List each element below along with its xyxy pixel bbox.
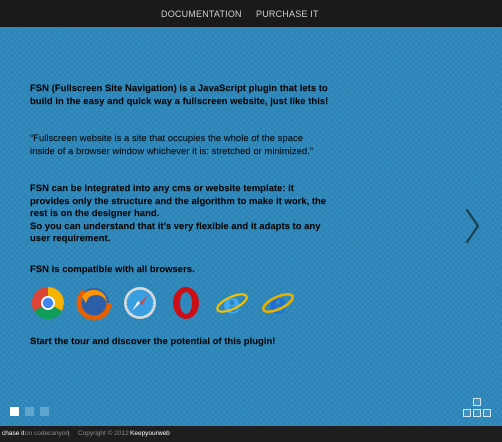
next-slide-arrow-icon[interactable] bbox=[462, 206, 482, 246]
firefox-icon bbox=[76, 285, 112, 321]
pagination-dot-3[interactable] bbox=[40, 407, 49, 416]
keyboard-navigation-hint bbox=[461, 398, 493, 420]
integration-block: FSN can be integrated into any cms or we… bbox=[30, 183, 330, 246]
browser-icons-row: e e bbox=[30, 285, 310, 325]
opera-icon bbox=[173, 287, 199, 319]
key-down-icon[interactable] bbox=[473, 409, 481, 417]
flexibility-paragraph: So you can understand that it’s very fle… bbox=[30, 220, 321, 245]
pagination-dot-1[interactable] bbox=[10, 407, 19, 416]
key-up-icon[interactable] bbox=[473, 398, 481, 406]
footer-divider: | bbox=[68, 430, 70, 437]
footer-author-link[interactable]: Keepyourweb bbox=[130, 426, 170, 442]
pagination-dot-2[interactable] bbox=[25, 407, 34, 416]
cta-paragraph: Start the tour and discover the potentia… bbox=[30, 336, 276, 347]
intro-paragraph: FSN (Fullscreen Site Navigation) is a Ja… bbox=[30, 83, 329, 107]
top-navigation-bar: DOCUMENTATION PURCHASE IT bbox=[0, 0, 502, 28]
svg-text:e: e bbox=[269, 287, 287, 320]
chrome-icon bbox=[31, 286, 64, 320]
nav-purchase-link[interactable]: PURCHASE IT bbox=[256, 9, 319, 19]
ie-legacy-icon: e bbox=[261, 287, 295, 320]
key-left-icon[interactable] bbox=[463, 409, 471, 417]
footer-purchase-link[interactable]: chase it bbox=[2, 426, 24, 442]
ie9-icon: e bbox=[216, 287, 248, 320]
svg-text:e: e bbox=[223, 287, 241, 320]
footer-bar: chase it on codecanyon | Copyright © 201… bbox=[0, 426, 502, 442]
footer-on-label: on codecanyon bbox=[25, 430, 70, 437]
compatibility-paragraph: FSN is compatible with all browsers. bbox=[30, 264, 195, 275]
integration-paragraph: FSN can be integrated into any cms or we… bbox=[30, 183, 327, 219]
nav-documentation-link[interactable]: DOCUMENTATION bbox=[161, 9, 242, 19]
safari-icon bbox=[124, 287, 156, 319]
key-right-icon[interactable] bbox=[483, 409, 491, 417]
definition-quote: “Fullscreen website is a site that occup… bbox=[30, 133, 313, 157]
footer-copyright: Copyright © 2012 bbox=[78, 430, 129, 437]
